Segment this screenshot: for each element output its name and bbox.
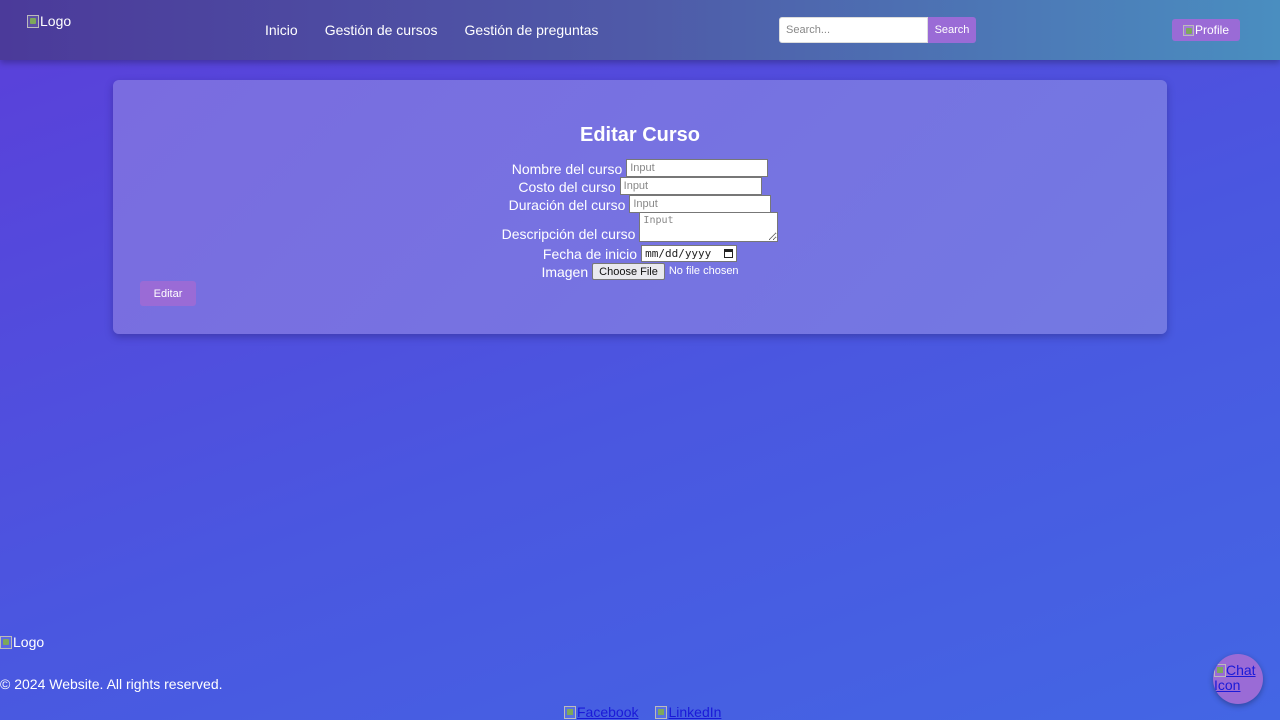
nav-link-inicio[interactable]: Inicio: [265, 22, 298, 38]
nav-link-course-management[interactable]: Gestión de cursos: [325, 22, 438, 38]
course-description-textarea[interactable]: [639, 212, 779, 242]
image-row: Imagen Choose File No file chosen: [113, 263, 1167, 280]
course-cost-input[interactable]: [619, 177, 762, 195]
course-duration-row: Duración del curso: [113, 195, 1167, 213]
nav-link-question-management[interactable]: Gestión de preguntas: [465, 22, 599, 38]
profile-alt-text: Profile: [1194, 23, 1229, 37]
search-button[interactable]: Search: [928, 17, 976, 43]
course-name-row: Nombre del curso: [113, 159, 1167, 177]
course-cost-label: Costo del curso: [518, 179, 616, 195]
profile-image: Profile: [1182, 23, 1229, 37]
site-logo[interactable]: Logo: [27, 13, 71, 29]
page-title: Editar Curso: [579, 124, 701, 146]
date-format-text: mm/dd/yyyy: [645, 247, 712, 260]
profile-button[interactable]: Profile: [1172, 19, 1240, 41]
course-description-row: Descripción del curso: [113, 212, 1167, 242]
course-cost-row: Costo del curso: [113, 177, 1167, 195]
broken-image-icon: [655, 705, 668, 719]
edit-course-card: Editar Curso Nombre del curso Costo del …: [113, 80, 1167, 334]
course-name-label: Nombre del curso: [511, 161, 623, 177]
broken-image-icon: [1214, 664, 1226, 677]
linkedin-link[interactable]: LinkedIn: [655, 704, 721, 720]
search-input[interactable]: [779, 17, 928, 43]
course-description-label: Descripción del curso: [501, 226, 636, 242]
course-name-input[interactable]: [626, 159, 769, 177]
start-date-label: Fecha de inicio: [542, 246, 638, 262]
facebook-alt-text: Facebook: [577, 704, 639, 720]
broken-image-icon: [0, 635, 12, 649]
logo-alt-text: Logo: [40, 13, 72, 29]
search-bar: Search: [779, 17, 976, 43]
main-nav: Inicio Gestión de cursos Gestión de preg…: [265, 22, 598, 38]
broken-image-icon: [1182, 24, 1194, 36]
file-status-text: No file chosen: [668, 265, 739, 277]
linkedin-alt-text: LinkedIn: [668, 704, 722, 720]
broken-image-icon: [564, 705, 576, 719]
footer-logo: Logo: [0, 634, 44, 650]
top-navbar: Logo Inicio Gestión de cursos Gestión de…: [0, 0, 1280, 60]
edit-submit-button[interactable]: Editar: [140, 281, 196, 306]
image-label: Imagen: [541, 264, 589, 280]
broken-image-icon: [27, 14, 39, 28]
facebook-link[interactable]: Facebook: [564, 704, 638, 720]
start-date-row: Fecha de inicio mm/dd/yyyy: [113, 245, 1167, 262]
calendar-icon[interactable]: [724, 249, 734, 258]
copyright-text: © 2024 Website. All rights reserved.: [0, 676, 223, 692]
chat-button[interactable]: Chat Icon: [1213, 654, 1263, 704]
course-duration-input[interactable]: [629, 195, 772, 213]
choose-file-button[interactable]: Choose File: [592, 263, 665, 280]
chat-link[interactable]: Chat Icon: [1214, 663, 1262, 693]
footer-logo-alt-text: Logo: [13, 634, 45, 650]
social-links: Facebook LinkedIn: [564, 704, 721, 720]
start-date-input[interactable]: mm/dd/yyyy: [641, 245, 738, 262]
course-duration-label: Duración del curso: [508, 197, 626, 213]
